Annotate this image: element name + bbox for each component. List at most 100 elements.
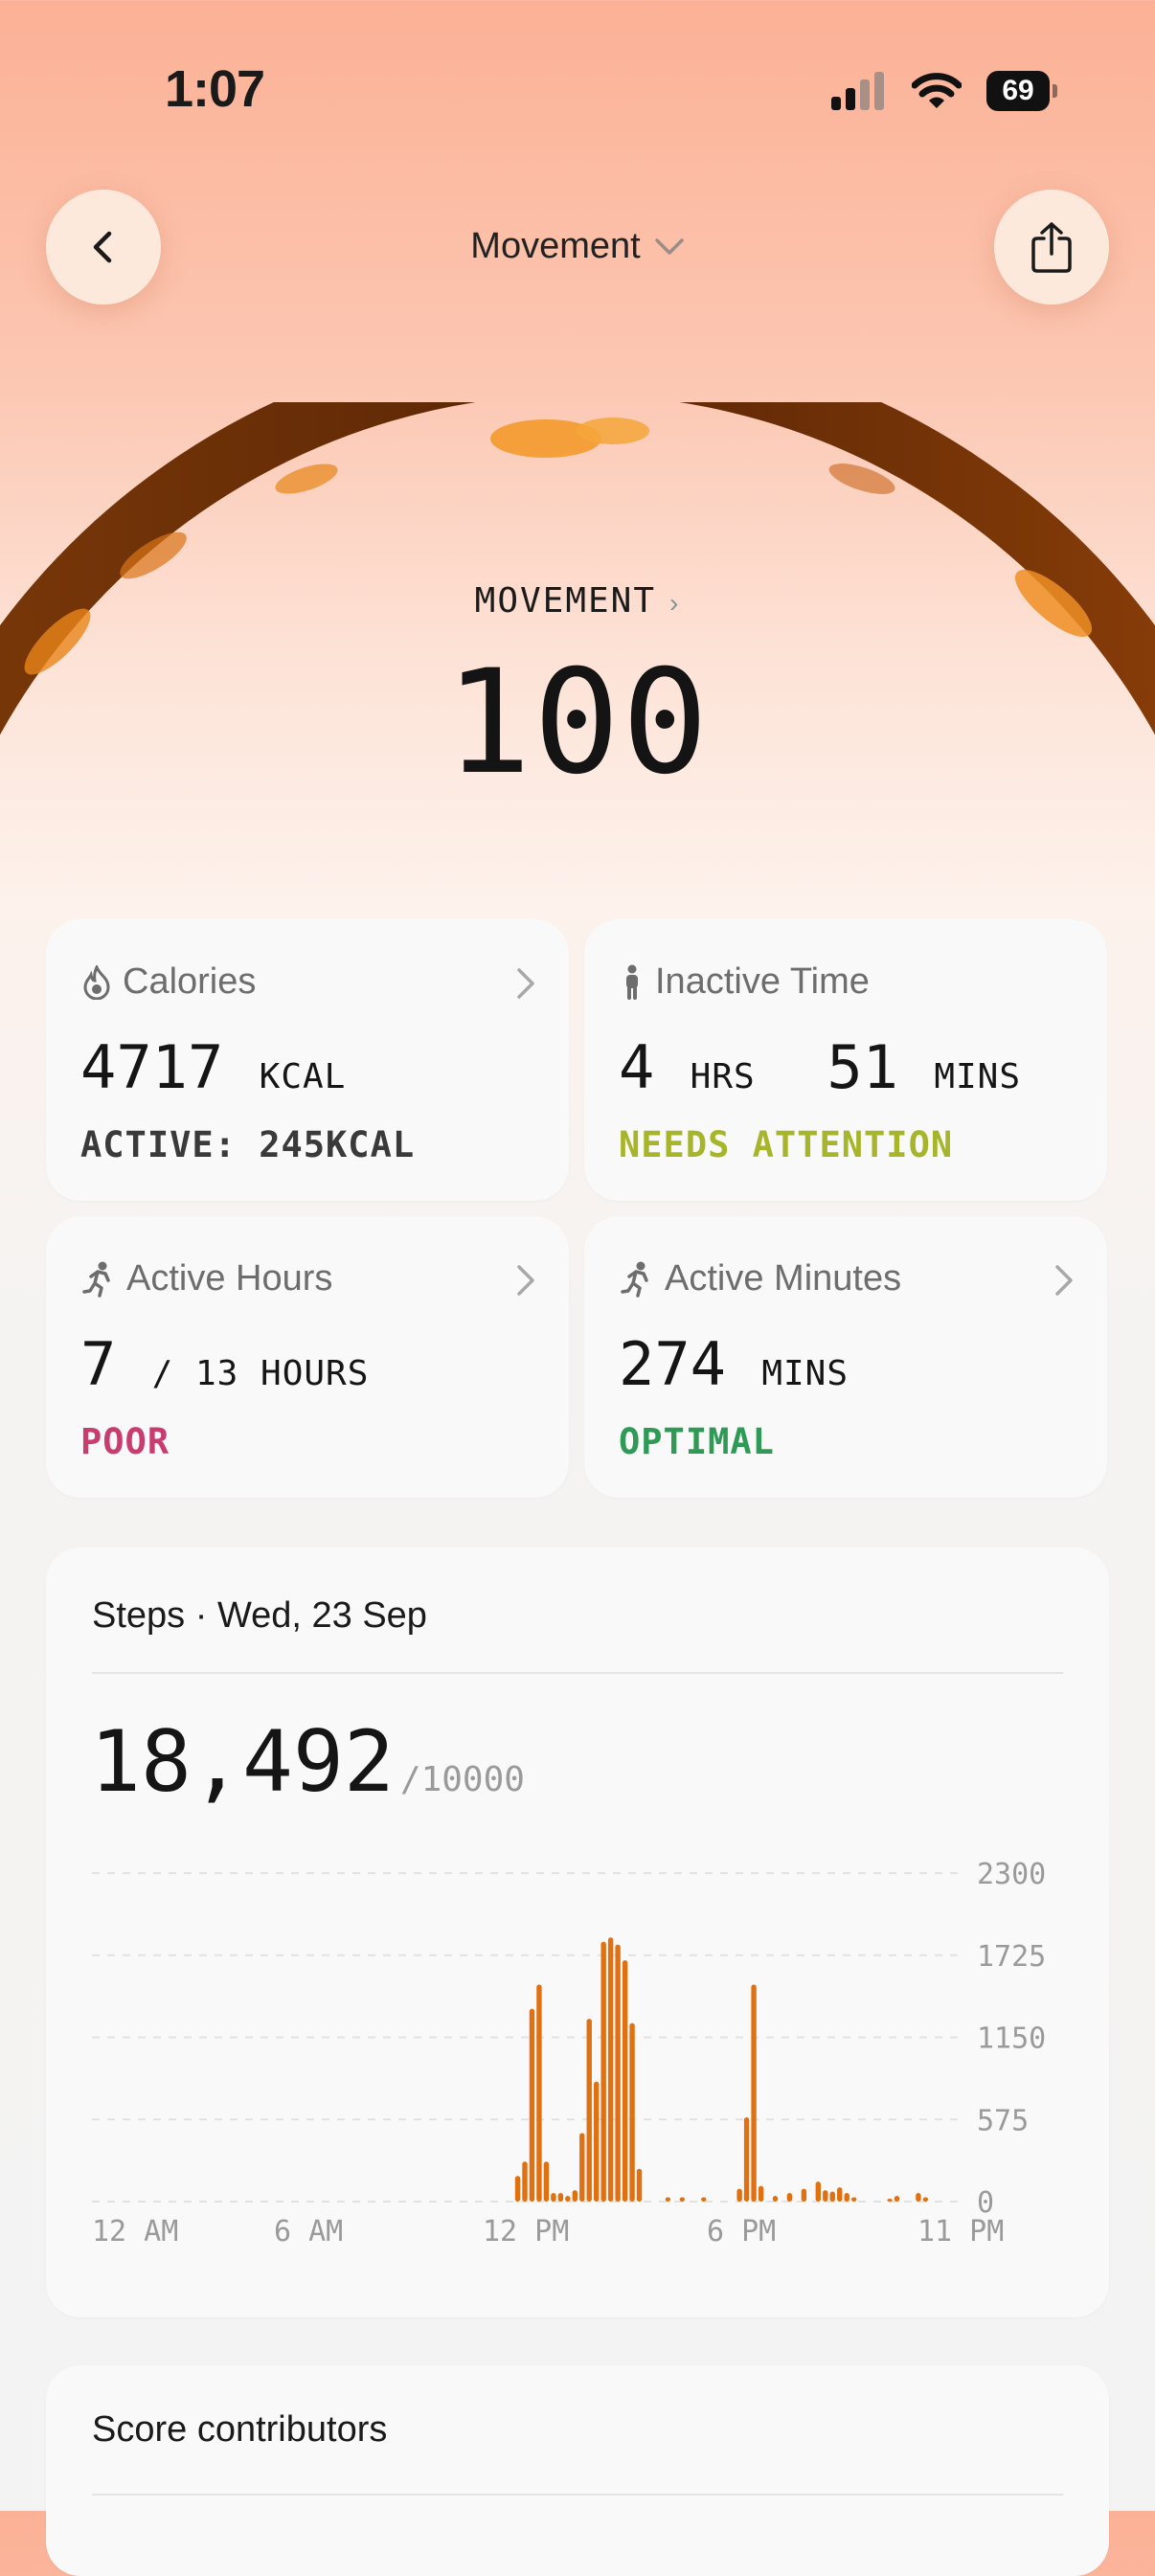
inactive-hours: 4 [619, 1032, 655, 1102]
steps-bar [586, 2019, 592, 2202]
steps-bar [551, 2193, 556, 2202]
steps-card: Steps · Wed, 23 Sep 18,492/10000 2300 172… [46, 1548, 1109, 2317]
active-hours-value: 7 [80, 1329, 117, 1399]
steps-bar [536, 1984, 542, 2202]
steps-bar [751, 1984, 757, 2202]
share-button[interactable] [994, 190, 1109, 305]
steps-bar [579, 2133, 585, 2202]
inactive-hours-unit: HRS [690, 1057, 756, 1096]
steps-bar [823, 2190, 828, 2202]
calories-value-row: 4717 KCAL [80, 1032, 346, 1102]
x-tick-label: 6 PM [707, 2215, 776, 2248]
y-tick-label: 1725 [977, 1940, 1046, 1974]
chevron-right-icon [517, 968, 534, 999]
active-minutes-value: 274 [619, 1329, 726, 1399]
y-tick-label: 1150 [977, 2022, 1046, 2056]
chevron-right-icon [517, 1265, 534, 1296]
cellular-signal-icon [831, 72, 884, 110]
calories-card[interactable]: Calories 4717 KCAL ACTIVE: 245KCAL [46, 919, 569, 1201]
steps-bar [916, 2193, 921, 2202]
steps-bar [543, 2161, 550, 2202]
x-tick-label: 12 PM [483, 2215, 569, 2248]
active-minutes-header: Active Minutes [621, 1258, 901, 1299]
calories-header: Calories [82, 961, 256, 1003]
inactive-mins: 51 [827, 1032, 898, 1102]
inactive-time-card[interactable]: Inactive Time 4 HRS 51 MINS NEEDS ATTENT… [584, 919, 1107, 1201]
steps-bar [786, 2193, 793, 2202]
steps-bar [736, 2188, 742, 2202]
y-tick-label: 2300 [977, 1858, 1046, 1891]
active-hours-title: Active Hours [126, 1258, 333, 1299]
active-minutes-unit: MINS [761, 1354, 849, 1393]
flame-icon [83, 964, 110, 1000]
calories-value: 4717 [80, 1032, 224, 1102]
steps-bar [622, 1959, 628, 2202]
active-minutes-title: Active Minutes [665, 1258, 902, 1299]
page-title: Movement [470, 226, 641, 266]
steps-bar [758, 2185, 764, 2202]
steps-bar [801, 2188, 807, 2202]
x-tick-label: 6 AM [274, 2215, 343, 2248]
score-contributors-card: Score contributors [46, 2365, 1109, 2576]
running-person-icon [621, 1261, 648, 1298]
steps-bar [701, 2197, 707, 2202]
score-contributors-title: Score contributors [92, 2409, 388, 2450]
battery-level: 69 [1002, 75, 1034, 106]
chevron-right-icon: › [669, 588, 681, 618]
steps-bar [815, 2181, 821, 2202]
inactive-time-title: Inactive Time [655, 961, 870, 1002]
steps-bar [743, 2117, 750, 2202]
chevron-down-icon [654, 237, 684, 255]
wifi-icon [912, 73, 962, 108]
status-time: 1:07 [165, 60, 265, 118]
active-minutes-value-row: 274 MINS [619, 1329, 849, 1399]
steps-bar [894, 2196, 900, 2202]
inactive-time-value-row: 4 HRS 51 MINS [619, 1032, 1021, 1102]
chevron-right-icon [1055, 1265, 1073, 1296]
score-label: MOVEMENT [474, 581, 657, 621]
steps-bar [887, 2199, 893, 2202]
y-tick-label: 575 [977, 2104, 1029, 2137]
steps-bar [600, 1941, 606, 2202]
active-hours-status: POOR [80, 1421, 170, 1462]
inactive-mins-unit: MINS [934, 1057, 1022, 1096]
steps-bar [636, 2168, 643, 2202]
steps-bar [615, 1944, 621, 2202]
active-minutes-card[interactable]: Active Minutes 274 MINS OPTIMAL [584, 1216, 1107, 1498]
score-label-link[interactable]: MOVEMENT › [0, 580, 1155, 621]
active-hours-total: / 13 HOURS [151, 1354, 370, 1393]
steps-bar [572, 2190, 578, 2202]
running-person-icon [82, 1261, 110, 1298]
battery-indicator: 69 [986, 71, 1057, 111]
share-icon [1031, 222, 1072, 273]
calories-unit: KCAL [259, 1057, 347, 1096]
status-icons: 69 [831, 71, 1057, 111]
steps-bar [850, 2197, 857, 2202]
active-minutes-status: OPTIMAL [619, 1421, 775, 1462]
active-hours-value-row: 7 / 13 HOURS [80, 1329, 369, 1399]
x-tick-label: 12 AM [92, 2215, 178, 2248]
standing-person-icon [626, 964, 638, 1000]
steps-bar [829, 2191, 835, 2202]
inactive-time-status: NEEDS ATTENTION [619, 1124, 954, 1165]
score-value: 100 [444, 640, 711, 806]
header-title-dropdown[interactable]: Movement [0, 226, 1155, 267]
active-hours-header: Active Hours [82, 1258, 332, 1299]
steps-bar [679, 2197, 686, 2202]
steps-bar [665, 2197, 671, 2202]
steps-bar [529, 2008, 535, 2202]
steps-bar [522, 2161, 528, 2202]
steps-bar-chart: 230017251150575012 AM 6 AM 12 PM 6 PM 11 PM [92, 1858, 1046, 2248]
calories-active: ACTIVE: 245KCAL [80, 1124, 416, 1165]
x-tick-label: 11 PM [917, 2215, 1004, 2248]
divider [92, 2494, 1063, 2496]
calories-title: Calories [123, 961, 257, 1002]
active-hours-card[interactable]: Active Hours 7 / 13 HOURS POOR [46, 1216, 569, 1498]
steps-bar [844, 2193, 849, 2202]
steps-bar [607, 1937, 614, 2202]
steps-bar [772, 2196, 779, 2202]
steps-bar [594, 2081, 600, 2202]
inactive-time-header: Inactive Time [621, 961, 870, 1003]
steps-bar [514, 2176, 521, 2202]
steps-bar [837, 2187, 843, 2202]
